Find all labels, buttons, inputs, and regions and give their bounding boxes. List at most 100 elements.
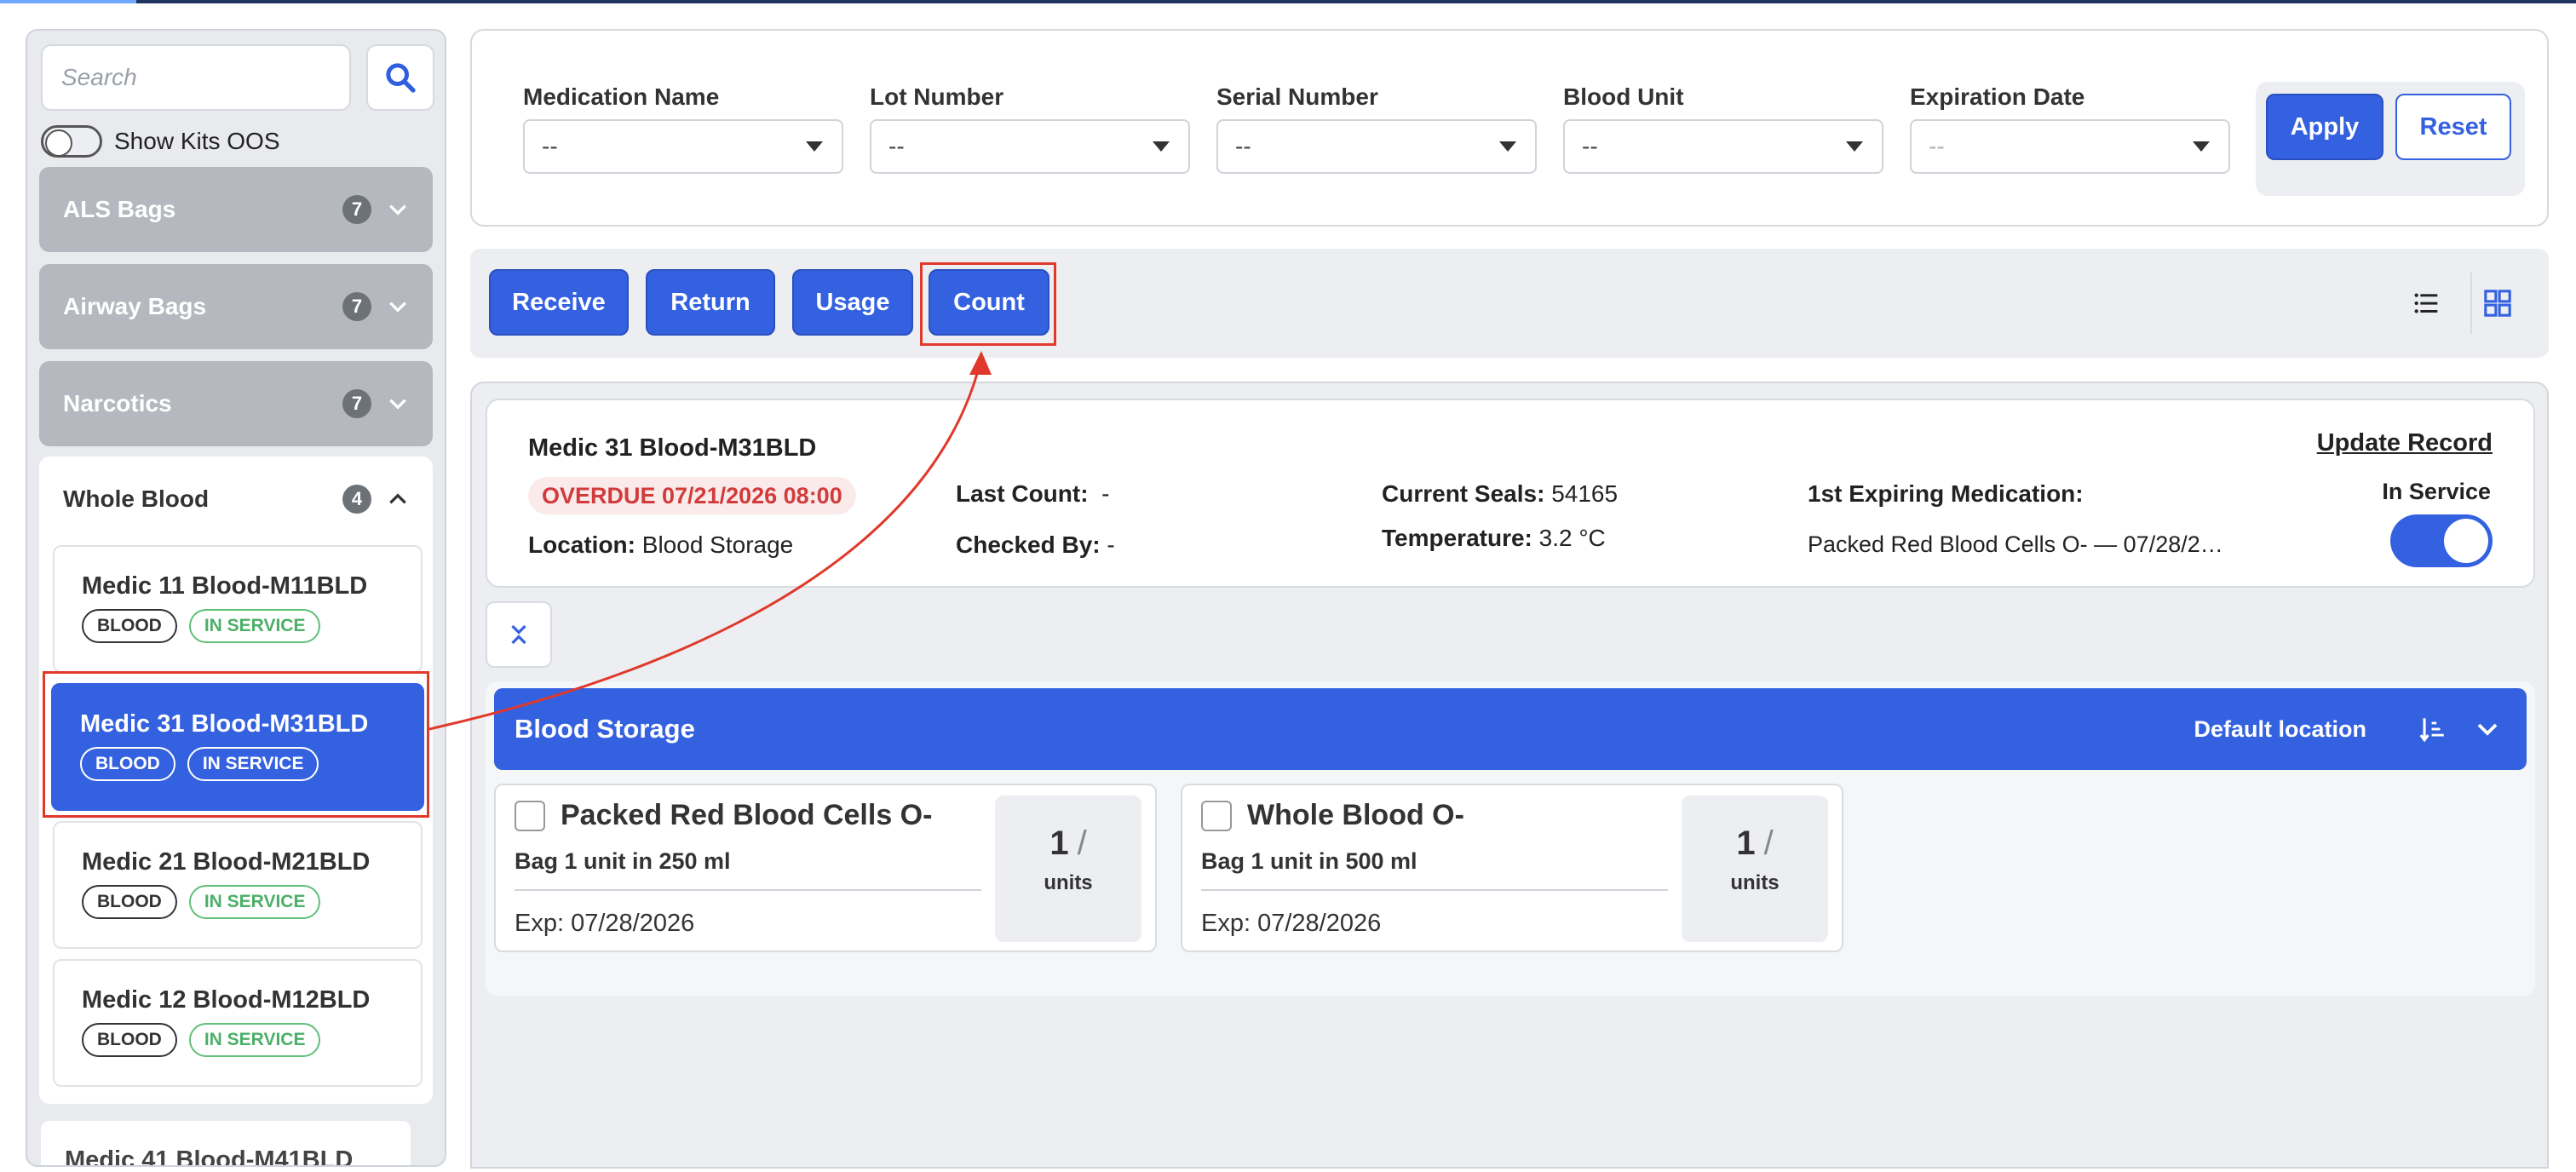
update-record-link[interactable]: Update Record [2317, 429, 2493, 457]
record-title: Medic 31 Blood-M31BLD [528, 434, 817, 462]
default-location-label: Default location [2194, 715, 2366, 742]
quantity-unit: units [1730, 871, 1780, 894]
blood-tag: BLOOD [82, 1023, 177, 1057]
apply-button[interactable]: Apply [2266, 94, 2383, 160]
collapse-button[interactable] [486, 601, 552, 668]
select-value: -- [1235, 133, 1251, 159]
location-title: Blood Storage [515, 714, 695, 744]
list-view-icon[interactable] [2409, 286, 2443, 320]
unit-name: Medic 41 Blood-M41BLD [65, 1146, 354, 1167]
serial-number-select[interactable]: -- [1216, 119, 1537, 174]
highlight-box-selected-unit [43, 671, 429, 818]
unit-card-m12bld[interactable]: Medic 12 Blood-M12BLD BLOOD IN SERVICE [53, 959, 423, 1087]
reset-button[interactable]: Reset [2395, 94, 2511, 160]
chevron-up-icon [387, 488, 409, 510]
seals-value: 54165 [1551, 480, 1619, 507]
medication-expiration: Exp: 07/28/2026 [515, 910, 695, 937]
caret-down-icon [1499, 141, 1516, 152]
show-kits-oos-row: Show Kits OOS [41, 123, 280, 160]
medication-expiration: Exp: 07/28/2026 [1201, 910, 1382, 937]
receive-button[interactable]: Receive [489, 269, 629, 336]
medication-description: Bag 1 unit in 250 ml [515, 848, 731, 874]
unit-card-m41bld[interactable]: Medic 41 Blood-M41BLD [41, 1121, 411, 1167]
blood-tag: BLOOD [82, 885, 177, 919]
main-panel: Medic 31 Blood-M31BLD OVERDUE 07/21/2026… [470, 382, 2549, 1169]
filter-label-lot-number: Lot Number [870, 83, 1004, 110]
group-count-badge: 7 [342, 292, 371, 321]
last-count-value: - [1101, 480, 1110, 507]
highlight-box-count-button [920, 262, 1056, 346]
search-button[interactable] [366, 44, 434, 111]
record-card: Medic 31 Blood-M31BLD OVERDUE 07/21/2026… [486, 399, 2535, 588]
select-value: -- [1929, 133, 1945, 159]
medication-checkbox[interactable] [1201, 801, 1232, 831]
group-count-badge: 4 [342, 485, 371, 514]
temperature-label: Temperature: [1382, 525, 1532, 551]
status-badge: IN SERVICE [188, 1023, 321, 1057]
quantity-box: 1/ units [1682, 796, 1828, 942]
last-count-field: Last Count: - [956, 480, 1109, 508]
usage-button[interactable]: Usage [792, 269, 913, 336]
show-kits-oos-toggle[interactable] [41, 125, 102, 158]
chevron-down-icon[interactable] [2469, 710, 2506, 748]
checked-by-value: - [1107, 531, 1115, 558]
action-bar: Receive Return Usage Count [470, 249, 2549, 358]
filter-panel: Medication Name -- Lot Number -- Serial … [470, 29, 2549, 227]
group-als-bags[interactable]: ALS Bags 7 [39, 167, 433, 252]
unit-name: Medic 21 Blood-M21BLD [82, 848, 371, 876]
unit-card-m11bld[interactable]: Medic 11 Blood-M11BLD BLOOD IN SERVICE [53, 545, 423, 673]
medication-name: Packed Red Blood Cells O- [561, 799, 933, 831]
in-service-label: In Service [2382, 479, 2491, 504]
return-button[interactable]: Return [646, 269, 775, 336]
filter-label-medication-name: Medication Name [523, 83, 720, 110]
unit-name: Medic 12 Blood-M12BLD [82, 986, 371, 1014]
double-chevron-icon [511, 624, 526, 645]
medication-card[interactable]: Packed Red Blood Cells O- Bag 1 unit in … [494, 784, 1157, 952]
caret-down-icon [2193, 141, 2210, 152]
medication-checkbox[interactable] [515, 801, 545, 831]
overdue-badge: OVERDUE 07/21/2026 08:00 [528, 477, 856, 514]
top-accent-segment [0, 0, 136, 3]
select-value: -- [888, 133, 905, 159]
location-section: Blood Storage Default location Packed Re… [486, 681, 2535, 997]
group-airway-bags[interactable]: Airway Bags 7 [39, 264, 433, 349]
status-badge: IN SERVICE [188, 609, 321, 643]
checked-by-field: Checked By: - [956, 531, 1115, 559]
quantity-slash: / [1763, 824, 1774, 862]
group-count-badge: 7 [342, 389, 371, 418]
sort-icon[interactable] [2414, 710, 2452, 748]
grid-view-icon[interactable] [2481, 286, 2515, 320]
group-narcotics[interactable]: Narcotics 7 [39, 361, 433, 446]
quantity-box: 1/ units [995, 796, 1141, 942]
medication-card[interactable]: Whole Blood O- Bag 1 unit in 500 ml Exp:… [1181, 784, 1843, 952]
last-count-label: Last Count: [956, 480, 1089, 507]
divider [1201, 889, 1668, 891]
location-field: Location: Blood Storage [528, 531, 793, 559]
expiration-date-select[interactable]: -- [1910, 119, 2230, 174]
top-accent-line [0, 0, 2576, 3]
search-input[interactable]: Search [41, 44, 351, 111]
filter-label-expiration-date: Expiration Date [1910, 83, 2085, 110]
group-whole-blood-header[interactable]: Whole Blood 4 [39, 457, 433, 542]
in-service-toggle[interactable] [2390, 514, 2493, 567]
quantity-slash: / [1077, 824, 1087, 862]
unit-card-m21bld[interactable]: Medic 21 Blood-M21BLD BLOOD IN SERVICE [53, 821, 423, 949]
sidebar: Search Show Kits OOS ALS Bags 7 Airway B… [26, 29, 446, 1167]
caret-down-icon [1846, 141, 1863, 152]
chevron-down-icon [387, 296, 409, 318]
filter-label-serial-number: Serial Number [1216, 83, 1378, 110]
caret-down-icon [806, 141, 823, 152]
medication-name-select[interactable]: -- [523, 119, 843, 174]
select-value: -- [542, 133, 558, 159]
lot-number-select[interactable]: -- [870, 119, 1190, 174]
checked-by-label: Checked By: [956, 531, 1101, 558]
caret-down-icon [1153, 141, 1170, 152]
unit-name: Medic 11 Blood-M11BLD [82, 572, 368, 600]
group-label: Airway Bags [63, 293, 207, 319]
blood-unit-select[interactable]: -- [1563, 119, 1883, 174]
location-header[interactable]: Blood Storage Default location [494, 688, 2527, 770]
medication-description: Bag 1 unit in 500 ml [1201, 848, 1417, 874]
seals-label: Current Seals: [1382, 480, 1545, 507]
location-label: Location: [528, 531, 635, 558]
quantity-unit: units [1044, 871, 1093, 894]
